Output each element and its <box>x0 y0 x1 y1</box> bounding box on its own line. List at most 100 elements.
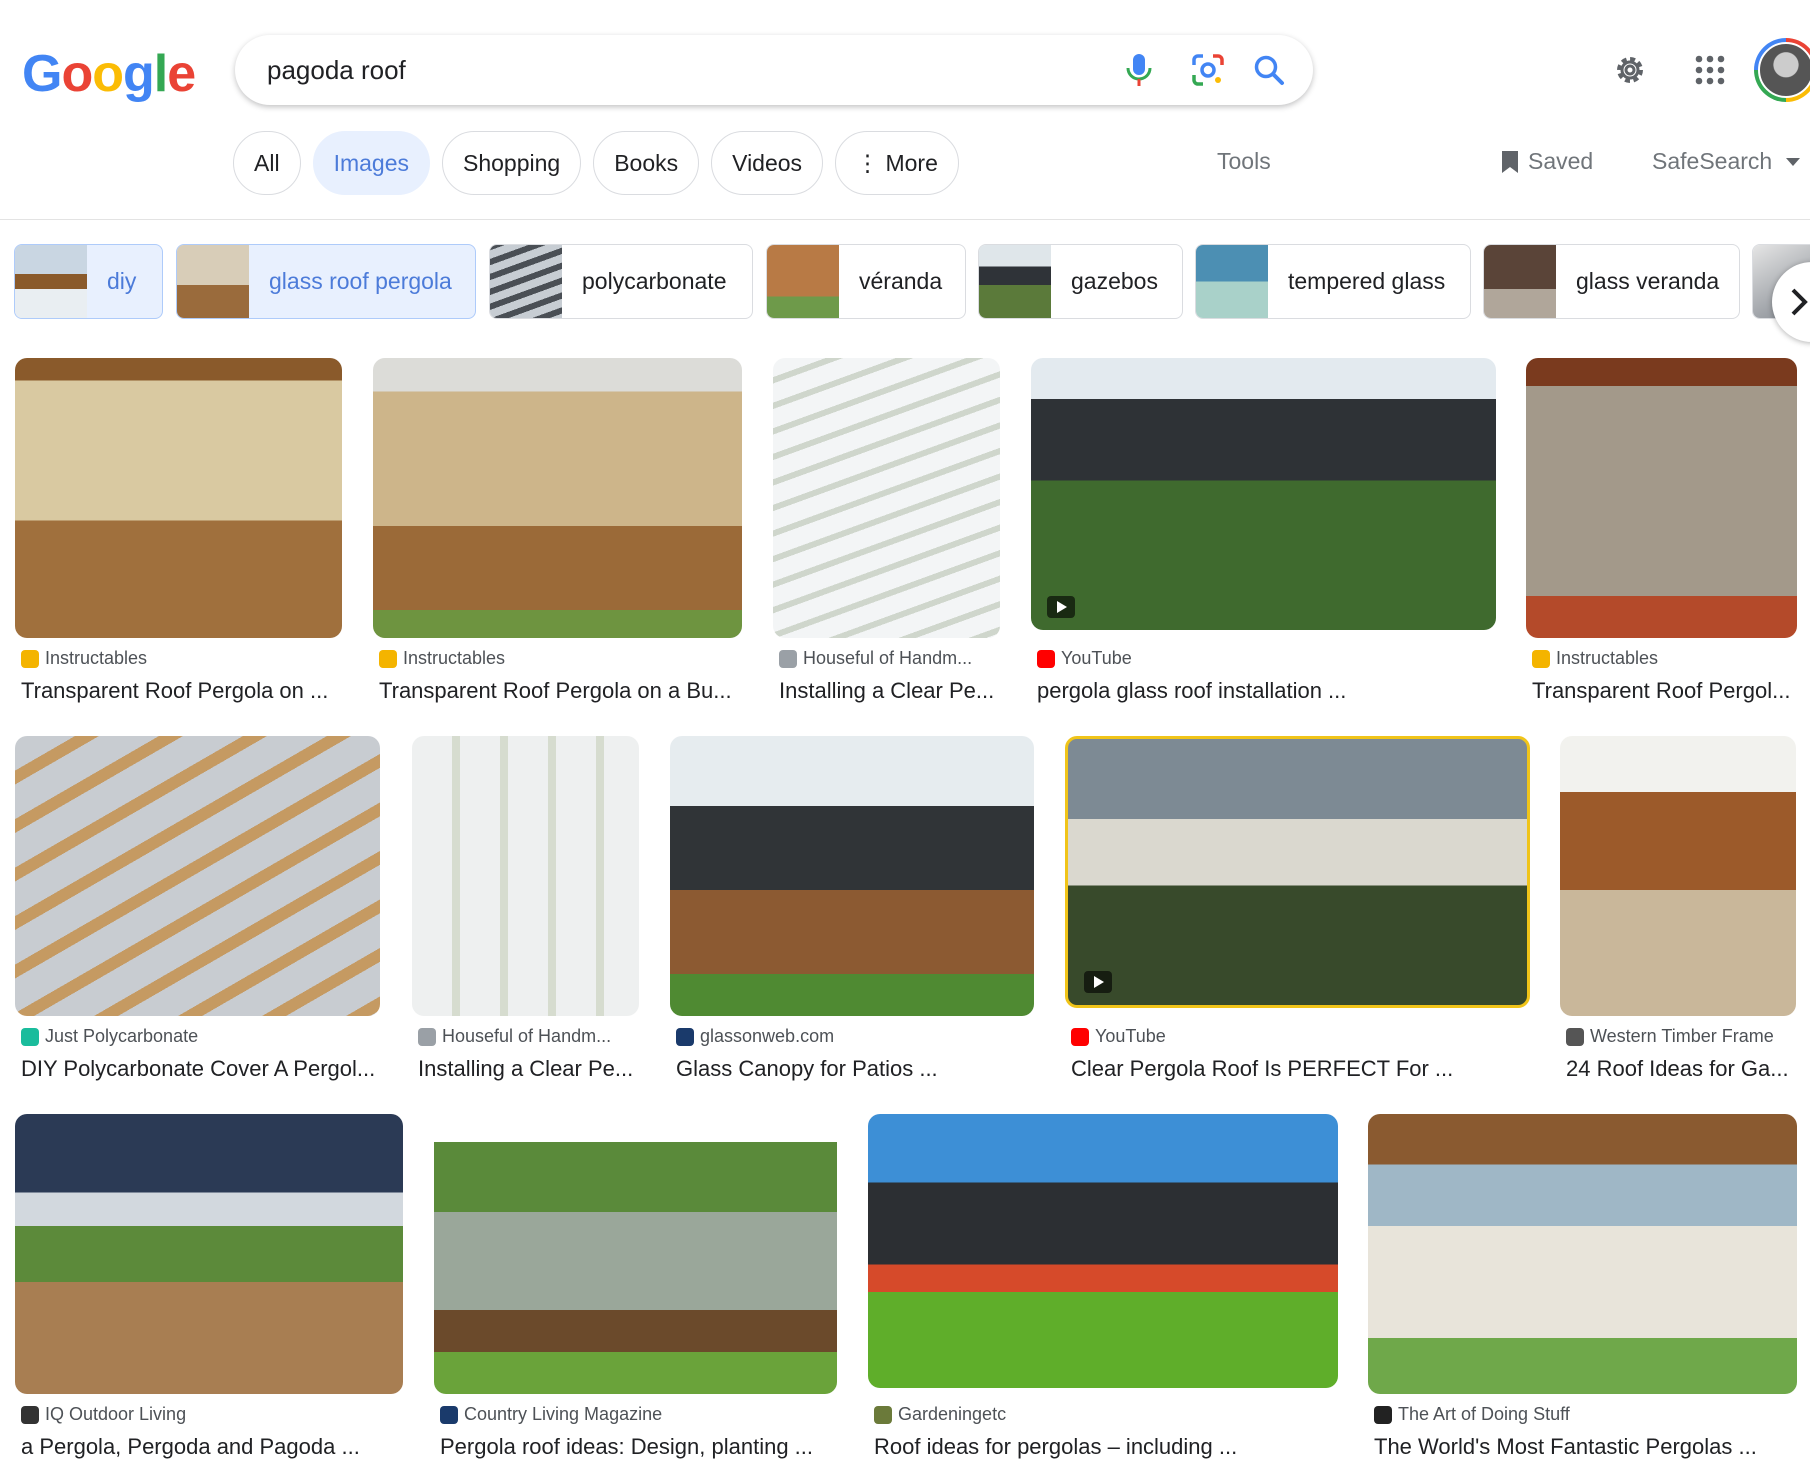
result-source[interactable]: The Art of Doing Stuff <box>1374 1404 1570 1425</box>
lens-icon[interactable] <box>1189 51 1227 89</box>
saved-button[interactable]: Saved <box>1500 148 1593 175</box>
result-image[interactable] <box>1065 736 1530 1008</box>
site-favicon <box>676 1027 694 1046</box>
image-result[interactable]: Instructables Transparent Roof Pergol... <box>1526 358 1798 714</box>
tab-shopping[interactable]: Shopping <box>442 131 582 195</box>
result-source[interactable]: YouTube <box>1037 648 1132 669</box>
result-source[interactable]: YouTube <box>1071 1026 1166 1047</box>
result-image[interactable] <box>1560 736 1796 1016</box>
image-result[interactable]: Just Polycarbonate DIY Polycarbonate Cov… <box>15 736 382 1092</box>
result-title[interactable]: Pergola roof ideas: Design, planting ... <box>440 1434 840 1460</box>
image-result[interactable]: glassonweb.com Glass Canopy for Patios .… <box>670 736 1036 1092</box>
chip-gazebos[interactable]: gazebos <box>978 244 1183 319</box>
chip-veranda[interactable]: véranda <box>766 244 966 319</box>
apps-icon[interactable] <box>1688 48 1732 92</box>
chip-label: gazebos <box>1071 268 1158 294</box>
result-source[interactable]: Instructables <box>21 648 147 669</box>
result-title[interactable]: Clear Pergola Roof Is PERFECT For ... <box>1071 1056 1531 1082</box>
tools-button[interactable]: Tools <box>1217 148 1271 175</box>
logo-letter: g <box>122 45 155 103</box>
image-result[interactable]: IQ Outdoor Living a Pergola, Pergoda and… <box>15 1114 405 1464</box>
result-source[interactable]: glassonweb.com <box>676 1026 834 1047</box>
result-source[interactable]: Just Polycarbonate <box>21 1026 198 1047</box>
site-favicon <box>21 649 39 668</box>
tab-books[interactable]: Books <box>593 131 700 195</box>
result-image[interactable] <box>1031 358 1496 630</box>
image-result[interactable]: Gardeningetc Roof ideas for pergolas – i… <box>868 1114 1340 1464</box>
image-result[interactable]: Western Timber Frame 24 Roof Ideas for G… <box>1560 736 1800 1092</box>
result-title[interactable]: Roof ideas for pergolas – including ... <box>874 1434 1340 1460</box>
site-favicon <box>379 649 397 668</box>
result-image[interactable] <box>1526 358 1797 638</box>
site-favicon <box>440 1405 458 1424</box>
result-title[interactable]: Transparent Roof Pergola on ... <box>21 678 341 704</box>
result-title[interactable]: a Pergola, Pergoda and Pagoda ... <box>21 1434 405 1460</box>
search-icon[interactable] <box>1250 51 1288 89</box>
chip-thumbnail <box>490 245 562 318</box>
chip-polycarbonate[interactable]: polycarbonate <box>489 244 753 319</box>
result-image[interactable] <box>1368 1114 1797 1394</box>
result-image[interactable] <box>412 736 639 1016</box>
site-favicon <box>21 1027 39 1046</box>
site-favicon <box>1037 649 1055 668</box>
result-title[interactable]: Glass Canopy for Patios ... <box>676 1056 1036 1082</box>
result-image[interactable] <box>773 358 1000 638</box>
result-source[interactable]: Instructables <box>1532 648 1658 669</box>
google-logo[interactable]: Google <box>22 44 196 104</box>
result-source[interactable]: Gardeningetc <box>874 1404 1006 1425</box>
chip-glass-veranda[interactable]: glass veranda <box>1483 244 1740 319</box>
image-result[interactable]: Instructables Transparent Roof Pergola o… <box>15 358 345 714</box>
account-avatar[interactable] <box>1754 38 1810 102</box>
result-title[interactable]: Installing a Clear Pe... <box>779 678 1001 704</box>
result-source[interactable]: Western Timber Frame <box>1566 1026 1774 1047</box>
source-label: IQ Outdoor Living <box>45 1404 187 1424</box>
image-result[interactable]: YouTube Clear Pergola Roof Is PERFECT Fo… <box>1065 736 1531 1092</box>
chip-tempered-glass[interactable]: tempered glass <box>1195 244 1471 319</box>
site-favicon <box>418 1027 436 1046</box>
gear-icon[interactable] <box>1608 48 1652 92</box>
tab-images[interactable]: Images <box>312 131 430 195</box>
image-result[interactable]: Houseful of Handm... Installing a Clear … <box>412 736 642 1092</box>
top-bar: Google pagoda roof All Images Shopping B… <box>0 0 1810 220</box>
result-title[interactable]: Transparent Roof Pergol... <box>1532 678 1798 704</box>
result-title[interactable]: pergola glass roof installation ... <box>1037 678 1497 704</box>
search-box[interactable]: pagoda roof <box>235 35 1313 105</box>
result-source[interactable]: Country Living Magazine <box>440 1404 662 1425</box>
result-image[interactable] <box>15 358 342 638</box>
image-result[interactable]: The Art of Doing Stuff The World's Most … <box>1368 1114 1798 1464</box>
chip-glass-roof-pergola[interactable]: glass roof pergola <box>176 244 476 319</box>
result-title[interactable]: The World's Most Fantastic Pergolas ... <box>1374 1434 1798 1460</box>
image-result[interactable]: Instructables Transparent Roof Pergola o… <box>373 358 743 714</box>
tab-more[interactable]: ⋮ More <box>835 131 959 195</box>
image-result[interactable]: Country Living Magazine Pergola roof ide… <box>434 1114 840 1464</box>
result-image[interactable] <box>868 1114 1338 1388</box>
result-title[interactable]: Installing a Clear Pe... <box>418 1056 640 1082</box>
search-tabs: All Images Shopping Books Videos ⋮ More <box>233 131 959 195</box>
search-input[interactable]: pagoda roof <box>267 55 406 86</box>
chip-diy[interactable]: diy <box>14 244 163 319</box>
result-image[interactable] <box>373 358 742 638</box>
source-label: The Art of Doing Stuff <box>1398 1404 1570 1424</box>
tab-all[interactable]: All <box>233 131 301 195</box>
result-image[interactable] <box>15 736 380 1016</box>
result-image[interactable] <box>15 1114 403 1394</box>
result-source[interactable]: IQ Outdoor Living <box>21 1404 186 1425</box>
result-source[interactable]: Houseful of Handm... <box>779 648 972 669</box>
result-title[interactable]: DIY Polycarbonate Cover A Pergol... <box>21 1056 379 1082</box>
result-image[interactable] <box>670 736 1034 1016</box>
result-source[interactable]: Instructables <box>379 648 505 669</box>
tab-videos[interactable]: Videos <box>711 131 824 195</box>
result-image[interactable] <box>434 1114 837 1394</box>
result-title[interactable]: Transparent Roof Pergola on a Bu... <box>379 678 743 704</box>
chip-thumbnail <box>177 245 249 318</box>
video-play-icon <box>1084 971 1112 993</box>
microphone-icon[interactable] <box>1120 51 1158 89</box>
image-result[interactable]: YouTube pergola glass roof installation … <box>1031 358 1497 714</box>
chip-label: glass veranda <box>1576 268 1720 294</box>
source-label: Instructables <box>1556 648 1659 668</box>
result-source[interactable]: Houseful of Handm... <box>418 1026 611 1047</box>
result-title[interactable]: 24 Roof Ideas for Ga... <box>1566 1056 1802 1082</box>
safesearch-button[interactable]: SafeSearch <box>1652 148 1801 175</box>
image-result[interactable]: Houseful of Handm... Installing a Clear … <box>773 358 1003 714</box>
logo-letter: o <box>92 45 124 103</box>
